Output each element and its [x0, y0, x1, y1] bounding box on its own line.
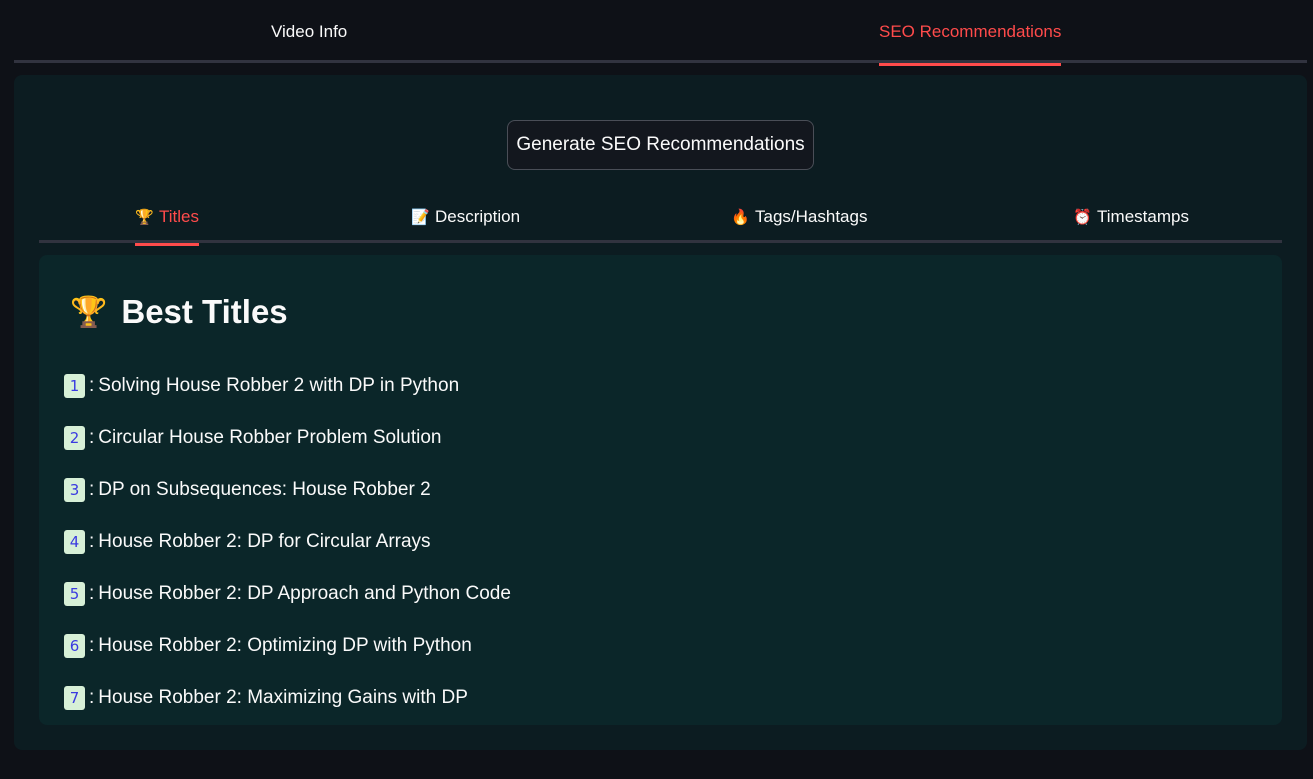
- trophy-icon: 🏆: [70, 295, 108, 329]
- number-badge: 1: [64, 374, 85, 398]
- separator: :: [89, 375, 95, 396]
- separator: :: [89, 531, 95, 552]
- number-badge: 6: [64, 634, 85, 658]
- separator: :: [89, 635, 95, 656]
- separator: :: [89, 479, 95, 500]
- separator: :: [89, 427, 95, 448]
- title-text: House Robber 2: DP Approach and Python C…: [98, 583, 511, 604]
- tab-video-info[interactable]: Video Info: [271, 0, 347, 63]
- tab-tags-hashtags-label: Tags/Hashtags: [755, 206, 868, 226]
- tab-titles[interactable]: 🏆 Titles: [135, 190, 199, 246]
- separator: :: [89, 687, 95, 708]
- trophy-icon: 🏆: [135, 208, 154, 226]
- tab-seo-recommendations[interactable]: SEO Recommendations: [879, 0, 1062, 66]
- title-text: House Robber 2: Maximizing Gains with DP: [98, 687, 468, 708]
- title-text: House Robber 2: Optimizing DP with Pytho…: [98, 635, 472, 656]
- tab-tags-hashtags[interactable]: 🔥 Tags/Hashtags: [731, 190, 867, 243]
- list-item: 1 : Solving House Robber 2 with DP in Py…: [64, 360, 511, 412]
- title-text: Solving House Robber 2 with DP in Python: [98, 375, 460, 396]
- tab-timestamps-label: Timestamps: [1097, 206, 1189, 226]
- title-text: House Robber 2: DP for Circular Arrays: [98, 531, 431, 552]
- tab-description-label: Description: [435, 206, 521, 226]
- best-titles-heading-text: Best Titles: [121, 293, 288, 330]
- number-badge: 2: [64, 426, 85, 450]
- tab-titles-label: Titles: [159, 206, 199, 226]
- list-item: 5 : House Robber 2: DP Approach and Pyth…: [64, 568, 511, 620]
- memo-icon: 📝: [411, 208, 430, 226]
- number-badge: 7: [64, 686, 85, 710]
- top-tab-bar: Video Info SEO Recommendations: [14, 0, 1307, 66]
- alarm-clock-icon: ⏰: [1073, 208, 1092, 226]
- seo-sub-tab-bar: 🏆 Titles 📝 Description 🔥 Tags/Hashtags ⏰…: [39, 190, 1282, 246]
- list-item: 4 : House Robber 2: DP for Circular Arra…: [64, 516, 511, 568]
- list-item: 7 : House Robber 2: Maximizing Gains wit…: [64, 672, 511, 724]
- tab-description[interactable]: 📝 Description: [411, 190, 520, 243]
- list-item: 6 : House Robber 2: Optimizing DP with P…: [64, 620, 511, 672]
- number-badge: 4: [64, 530, 85, 554]
- seo-panel: Generate SEO Recommendations 🏆 Titles 📝 …: [14, 75, 1307, 750]
- titles-content-panel: 🏆 Best Titles 1 : Solving House Robber 2…: [39, 255, 1282, 725]
- title-list: 1 : Solving House Robber 2 with DP in Py…: [64, 360, 511, 724]
- tab-timestamps[interactable]: ⏰ Timestamps: [1073, 190, 1189, 243]
- best-titles-heading: 🏆 Best Titles: [70, 293, 288, 331]
- list-item: 3 : DP on Subsequences: House Robber 2: [64, 464, 511, 516]
- title-text: DP on Subsequences: House Robber 2: [98, 479, 431, 500]
- list-item: 2 : Circular House Robber Problem Soluti…: [64, 412, 511, 464]
- number-badge: 3: [64, 478, 85, 502]
- generate-seo-button[interactable]: Generate SEO Recommendations: [507, 120, 814, 170]
- fire-icon: 🔥: [731, 208, 750, 226]
- separator: :: [89, 583, 95, 604]
- title-text: Circular House Robber Problem Solution: [98, 427, 442, 448]
- number-badge: 5: [64, 582, 85, 606]
